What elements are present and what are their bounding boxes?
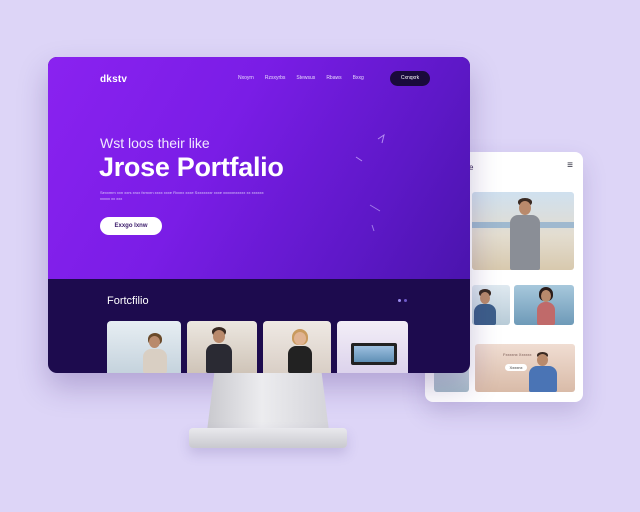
nav-link-3[interactable]: Stewsus bbox=[296, 75, 315, 81]
contact-button[interactable]: Cxnqxrk bbox=[390, 71, 430, 86]
portfolio-thumb-3[interactable] bbox=[263, 321, 331, 373]
menu-icon[interactable]: ≡ bbox=[567, 161, 573, 171]
hero-section: dkstv Nxoyrn Rzsxyrbs Stewsus Rbaws Bxxg… bbox=[48, 57, 470, 279]
monitor-stand bbox=[207, 373, 329, 431]
nav-link-1[interactable]: Nxoyrn bbox=[238, 75, 254, 81]
mobile-thumb-1[interactable] bbox=[472, 285, 510, 325]
portfolio-thumb-2[interactable] bbox=[187, 321, 257, 373]
mobile-hero-photo bbox=[472, 192, 574, 270]
decorative-lines-icon bbox=[355, 133, 385, 232]
scene: e ≡ Fxxxxnx Xxxxxx Xxxxnx dkstv Nxoyrn R… bbox=[0, 0, 640, 512]
hero-kicker: Wst loos their like bbox=[100, 135, 210, 151]
nav-link-2[interactable]: Rzsxyrbs bbox=[265, 75, 286, 81]
monitor-base bbox=[189, 428, 347, 448]
mobile-thumb-2[interactable] bbox=[514, 285, 574, 325]
carousel-dot-1[interactable] bbox=[398, 299, 401, 302]
portfolio-thumb-4[interactable] bbox=[337, 321, 408, 373]
nav-link-5[interactable]: Bxxg bbox=[353, 75, 364, 81]
carousel-dots[interactable] bbox=[398, 299, 407, 302]
feature-card-button[interactable]: Xxxxnx bbox=[505, 364, 527, 371]
hero-description: Sexxmrn xxn xxrs xrox fxrnxrn xxxx xxxe … bbox=[100, 190, 264, 201]
top-nav: Nxoyrn Rzsxyrbs Stewsus Rbaws Bxxg bbox=[238, 75, 364, 81]
portfolio-thumb-1[interactable] bbox=[107, 321, 181, 373]
mobile-feature-card[interactable]: Fxxxxnx Xxxxxx Xxxxnx bbox=[475, 344, 575, 392]
carousel-dot-2[interactable] bbox=[404, 299, 407, 302]
nav-link-4[interactable]: Rbaws bbox=[326, 75, 341, 81]
page-title: Jrose Portfalio bbox=[99, 152, 284, 182]
portfolio-heading: Fortcfilio bbox=[107, 295, 149, 307]
hero-cta-button[interactable]: Exxgo Ixnw bbox=[100, 217, 162, 235]
desktop-monitor-screen: dkstv Nxoyrn Rzsxyrbs Stewsus Rbaws Bxxg… bbox=[48, 57, 470, 373]
brand-logo[interactable]: dkstv bbox=[100, 74, 127, 85]
